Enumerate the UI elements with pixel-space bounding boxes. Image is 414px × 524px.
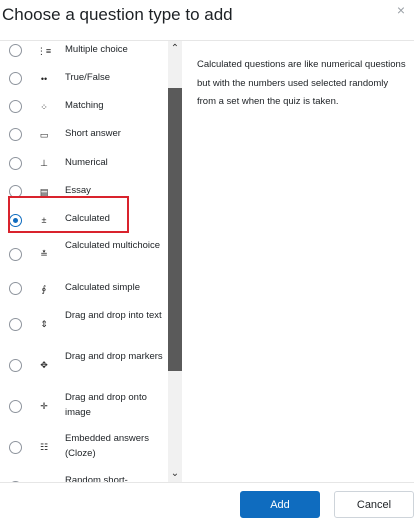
numerical-icon: ⊥ <box>40 157 48 168</box>
dialog-footer: Add Cancel <box>0 482 414 524</box>
option-label: Calculated <box>65 213 110 224</box>
option-embedded-answers[interactable]: ☷ Embedded answers (Cloze) <box>0 432 168 464</box>
close-icon[interactable]: × <box>394 2 408 18</box>
option-label: Drag and drop onto image <box>65 392 147 418</box>
dialog-title: Choose a question type to add <box>2 5 233 24</box>
dialog-body: ⋮≡ Multiple choice •• True/False ⁘ Match… <box>0 40 414 483</box>
scrollbar-thumb[interactable] <box>168 88 182 371</box>
dialog-header: Choose a question type to add × <box>0 0 414 40</box>
option-label: Numerical <box>65 157 108 168</box>
option-calculated-multichoice[interactable]: ≛ Calculated multichoice <box>0 239 168 271</box>
calculated-multichoice-icon: ≛ <box>40 248 48 259</box>
option-calculated-simple[interactable]: ∮ Calculated simple <box>0 280 168 300</box>
option-label: Calculated multichoice <box>65 240 161 251</box>
option-label: Short answer <box>65 128 121 139</box>
radio-button[interactable] <box>9 441 22 454</box>
radio-button[interactable] <box>9 248 22 261</box>
true-false-icon: •• <box>40 74 48 84</box>
option-label: True/False <box>65 72 111 83</box>
embedded-answers-icon: ☷ <box>39 441 49 452</box>
radio-button-selected[interactable] <box>9 214 22 227</box>
drag-drop-markers-icon: ✥ <box>40 359 48 370</box>
chevron-down-icon[interactable]: ⌄ <box>168 468 182 480</box>
option-multiple-choice[interactable]: ⋮≡ Multiple choice <box>0 41 168 61</box>
option-label: Multiple choice <box>65 44 128 55</box>
option-label: Matching <box>65 100 104 111</box>
option-numerical[interactable]: ⊥ Numerical <box>0 155 168 175</box>
short-answer-icon: ▭ <box>39 129 49 140</box>
option-short-answer[interactable]: ▭ Short answer <box>0 126 168 146</box>
question-type-list[interactable]: ⋮≡ Multiple choice •• True/False ⁘ Match… <box>0 41 168 483</box>
multiple-choice-icon: ⋮≡ <box>36 45 52 56</box>
radio-button[interactable] <box>9 100 22 113</box>
calculated-icon: ± <box>41 215 47 225</box>
essay-icon: ▤ <box>39 186 49 197</box>
drag-drop-image-icon: ✛ <box>40 400 48 411</box>
radio-button[interactable] <box>9 400 22 413</box>
radio-button[interactable] <box>9 128 22 141</box>
option-label: Drag and drop markers <box>65 351 163 362</box>
radio-button[interactable] <box>9 359 22 372</box>
radio-button[interactable] <box>9 185 22 198</box>
radio-button[interactable] <box>9 157 22 170</box>
matching-icon: ⁘ <box>40 101 48 112</box>
question-type-list-container: ⋮≡ Multiple choice •• True/False ⁘ Match… <box>0 41 182 483</box>
option-true-false[interactable]: •• True/False <box>0 70 168 90</box>
question-type-description: Calculated questions are like numerical … <box>197 59 406 107</box>
calculated-simple-icon: ∮ <box>41 283 47 294</box>
cancel-button[interactable]: Cancel <box>334 491 414 518</box>
option-label: Essay <box>65 185 91 196</box>
choose-question-type-dialog: Choose a question type to add × ⋮≡ Multi… <box>0 0 414 524</box>
option-drag-drop-image[interactable]: ✛ Drag and drop onto image <box>0 391 168 423</box>
list-scrollbar[interactable]: ⌃ ⌄ <box>168 41 182 483</box>
add-button[interactable]: Add <box>240 491 320 518</box>
radio-button[interactable] <box>9 72 22 85</box>
option-label: Drag and drop into text <box>65 310 162 321</box>
option-calculated[interactable]: ± Calculated <box>0 206 168 235</box>
radio-button[interactable] <box>9 44 22 57</box>
option-matching[interactable]: ⁘ Matching <box>0 98 168 118</box>
radio-button[interactable] <box>9 282 22 295</box>
option-drag-drop-markers[interactable]: ✥ Drag and drop markers <box>0 350 168 382</box>
option-essay[interactable]: ▤ Essay <box>0 183 168 203</box>
option-label: Calculated simple <box>65 282 140 293</box>
option-label: Embedded answers (Cloze) <box>65 433 149 459</box>
drag-drop-text-icon: ⇕ <box>40 318 48 329</box>
chevron-up-icon[interactable]: ⌃ <box>168 43 182 55</box>
option-drag-drop-text[interactable]: ⇕ Drag and drop into text <box>0 309 168 341</box>
radio-button[interactable] <box>9 318 22 331</box>
